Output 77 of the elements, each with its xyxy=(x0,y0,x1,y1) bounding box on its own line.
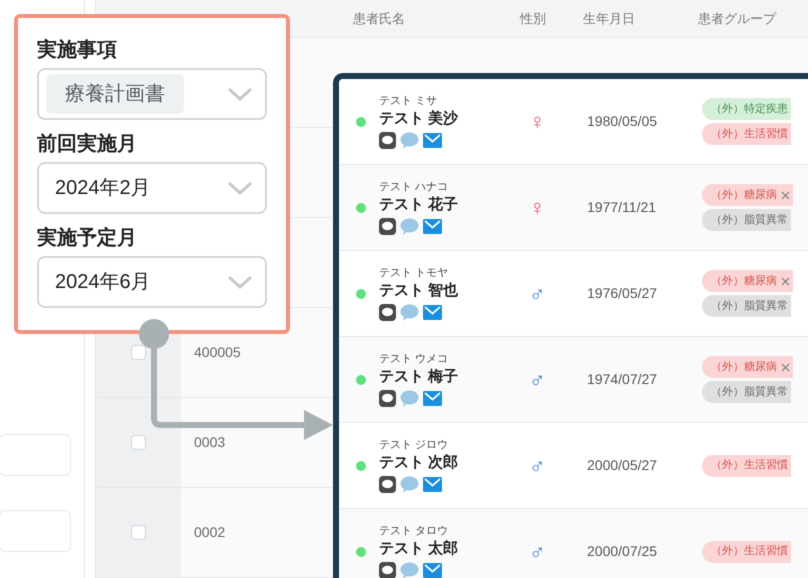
sms-bubble-icon xyxy=(400,304,419,321)
remove-icon[interactable] xyxy=(781,276,790,286)
sms-bubble-icon xyxy=(400,476,419,493)
male-symbol: ♂ xyxy=(529,368,546,390)
chat-bubble-icon xyxy=(379,476,396,493)
checkbox[interactable] xyxy=(131,435,146,450)
birth-date: 1977/11/21 xyxy=(587,198,656,214)
group-tag: （外）脂質異常 xyxy=(702,381,791,403)
envelope-icon xyxy=(423,305,442,320)
chevron-down-icon xyxy=(227,181,253,195)
column-header: 患者氏名 xyxy=(353,10,405,26)
patient-kana: テスト ミサ xyxy=(379,94,438,108)
birth-date: 2000/05/27 xyxy=(587,456,658,472)
chat-bubble-icon xyxy=(379,304,396,321)
column-header: 患者グループ xyxy=(698,10,776,26)
group-tag: （外）脂質異常 xyxy=(702,209,791,231)
chevron-down-icon xyxy=(227,87,253,101)
chevron-down-icon xyxy=(227,275,253,289)
group-tag: （外）糖尿病 xyxy=(702,270,793,292)
remove-icon[interactable] xyxy=(781,362,790,372)
envelope-icon xyxy=(423,391,442,406)
input-field[interactable] xyxy=(0,510,71,552)
male-symbol: ♂ xyxy=(529,540,546,562)
patient-id: 400005 xyxy=(194,343,241,362)
group-tag: （外）糖尿病 xyxy=(702,356,793,378)
patient-name[interactable]: テスト 美沙 xyxy=(379,108,458,130)
patient-name[interactable]: テスト 智也 xyxy=(379,280,458,302)
group-tag: （外）生活習慣 xyxy=(702,540,791,562)
selected-chip: 療養計画書 xyxy=(46,74,184,114)
female-symbol: ♀ xyxy=(529,196,546,218)
patient-kana: テスト タロウ xyxy=(379,524,448,538)
patient-kana: テスト トモヤ xyxy=(379,266,448,280)
patient-kana: テスト ジロウ xyxy=(379,438,448,452)
group-tag: （外）生活習慣 xyxy=(702,454,791,476)
patient-name[interactable]: テスト 次郎 xyxy=(379,452,458,474)
sms-bubble-icon xyxy=(400,390,419,407)
birth-date: 1974/07/27 xyxy=(587,370,658,386)
chat-bubble-icon xyxy=(379,132,396,149)
male-symbol: ♂ xyxy=(529,454,546,476)
sms-bubble-icon xyxy=(400,562,419,578)
group-tag: （外）糖尿病 xyxy=(702,184,793,206)
input-field[interactable] xyxy=(0,434,71,476)
field-label: 実施予定月 xyxy=(37,226,137,251)
group-tag: （外）脂質異常 xyxy=(702,295,791,317)
birth-date: 1976/05/27 xyxy=(587,284,658,300)
envelope-icon xyxy=(423,133,442,148)
checkbox[interactable] xyxy=(131,525,146,540)
column-header: 生年月日 xyxy=(583,10,635,26)
patient-kana: テスト ウメコ xyxy=(379,352,448,366)
dropdown-value: 2024年2月 xyxy=(54,176,151,201)
chat-bubble-icon xyxy=(379,218,396,235)
dropdown[interactable]: 2024年6月 xyxy=(37,256,267,308)
column-header: 性別 xyxy=(520,10,546,26)
dropdown[interactable]: 療養計画書 xyxy=(37,68,267,120)
remove-icon[interactable] xyxy=(781,190,790,200)
birth-date: 2000/07/25 xyxy=(587,542,658,558)
envelope-icon xyxy=(423,219,442,234)
field-label: 実施事項 xyxy=(37,38,117,63)
patient-kana: テスト ハナコ xyxy=(379,180,448,194)
male-symbol: ♂ xyxy=(529,282,546,304)
field-label: 前回実施月 xyxy=(37,132,137,157)
birth-date: 1980/05/05 xyxy=(587,112,658,128)
dropdown-value: 2024年6月 xyxy=(54,270,151,295)
patient-name[interactable]: テスト 梅子 xyxy=(379,366,458,388)
checkbox[interactable] xyxy=(131,345,146,360)
chat-bubble-icon xyxy=(379,390,396,407)
patient-name[interactable]: テスト 太郎 xyxy=(379,538,458,560)
female-symbol: ♀ xyxy=(529,110,546,132)
group-tag: （外）生活習慣 xyxy=(702,123,791,145)
dropdown[interactable]: 2024年2月 xyxy=(37,162,267,214)
patient-id: 0002 xyxy=(194,523,226,542)
patient-name[interactable]: テスト 花子 xyxy=(379,194,458,216)
patient-id: 0003 xyxy=(194,433,226,452)
sms-bubble-icon xyxy=(400,218,419,235)
sms-bubble-icon xyxy=(400,132,419,149)
group-tag: （外）特定疾患 xyxy=(702,98,791,120)
envelope-icon xyxy=(423,477,442,492)
